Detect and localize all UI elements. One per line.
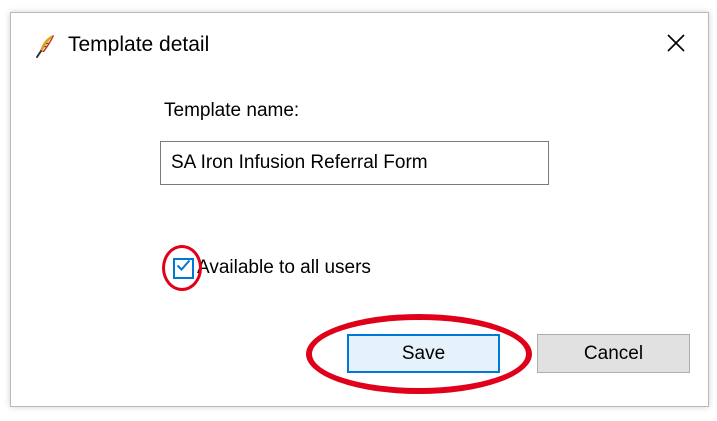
checkmark-icon (176, 259, 191, 277)
checkbox-label: Available to all users (197, 257, 371, 278)
template-detail-dialog: Template detail Template name: Availabl (10, 12, 709, 407)
checkbox-box[interactable] (173, 257, 194, 279)
template-name-label: Template name: (164, 100, 300, 121)
cancel-button[interactable]: Cancel (537, 334, 690, 373)
dialog-title: Template detail (68, 33, 210, 56)
close-button[interactable] (644, 13, 708, 77)
template-name-input[interactable] (160, 141, 549, 185)
available-to-all-users-checkbox[interactable]: Available to all users (173, 253, 371, 283)
title-bar: Template detail (11, 13, 708, 79)
close-icon (666, 33, 686, 58)
page: Template detail Template name: Availabl (0, 0, 717, 421)
feather-quill-icon (33, 33, 59, 59)
save-button[interactable]: Save (347, 334, 500, 373)
